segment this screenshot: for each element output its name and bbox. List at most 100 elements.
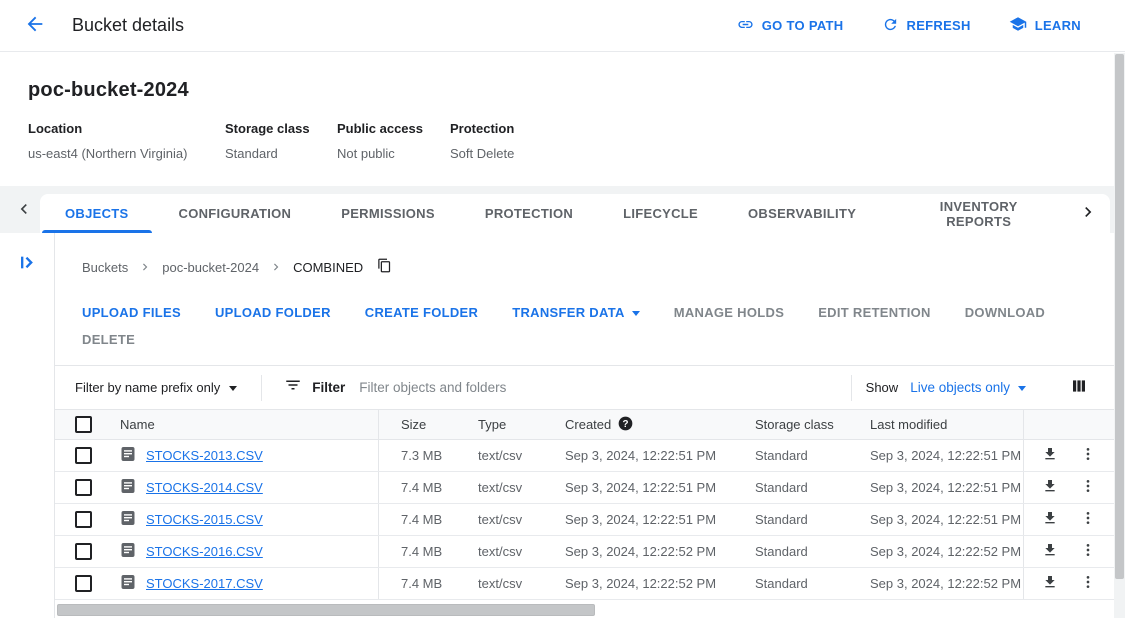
expand-panel-button[interactable] <box>16 253 38 275</box>
bucket-info-grid: Location us-east4 (Northern Virginia) St… <box>28 121 1097 161</box>
row-more-actions-button[interactable] <box>1078 542 1098 562</box>
tab-label: OBSERVABILITY <box>748 206 856 221</box>
tab-inventory-reports[interactable]: INVENTORY REPORTS <box>881 194 1076 233</box>
tab-objects[interactable]: OBJECTS <box>40 194 154 233</box>
table-row: STOCKS-2017.CSV 7.4 MB text/csv Sep 3, 2… <box>55 568 1114 600</box>
delete-button[interactable]: DELETE <box>82 332 135 347</box>
button-label: DELETE <box>82 332 135 347</box>
download-icon <box>1042 574 1058 593</box>
tab-label: LIFECYCLE <box>623 206 698 221</box>
dropdown-caret-icon <box>632 311 640 316</box>
divider <box>261 375 262 401</box>
row-more-actions-button[interactable] <box>1078 446 1098 466</box>
row-checkbox[interactable] <box>75 575 92 592</box>
dropdown-caret-icon <box>229 386 237 391</box>
copy-icon <box>377 258 392 276</box>
object-name-link[interactable]: STOCKS-2016.CSV <box>146 544 263 559</box>
select-all-checkbox[interactable] <box>75 416 92 433</box>
filter-objects-input[interactable] <box>359 380 850 395</box>
tab-observability[interactable]: OBSERVABILITY <box>723 194 881 233</box>
table-row: STOCKS-2014.CSV 7.4 MB text/csv Sep 3, 2… <box>55 472 1114 504</box>
button-label: DOWNLOAD <box>965 305 1045 320</box>
filter-list-icon <box>284 376 302 399</box>
object-name-link[interactable]: STOCKS-2014.CSV <box>146 480 263 495</box>
go-to-path-label: GO TO PATH <box>762 18 844 33</box>
upload-folder-button[interactable]: UPLOAD FOLDER <box>215 305 331 320</box>
download-button[interactable]: DOWNLOAD <box>965 305 1045 320</box>
object-size: 7.4 MB <box>378 568 478 599</box>
object-created: Sep 3, 2024, 12:22:51 PM <box>565 448 755 463</box>
row-download-button[interactable] <box>1040 478 1060 498</box>
file-icon <box>120 446 136 465</box>
go-to-path-button[interactable]: GO TO PATH <box>737 16 844 36</box>
breadcrumb-bucket-name[interactable]: poc-bucket-2024 <box>162 260 259 275</box>
transfer-data-button[interactable]: TRANSFER DATA <box>512 305 639 320</box>
object-last-modified: Sep 3, 2024, 12:22:52 PM <box>870 544 1023 559</box>
manage-holds-button[interactable]: MANAGE HOLDS <box>674 305 785 320</box>
row-download-button[interactable] <box>1040 542 1060 562</box>
object-size: 7.4 MB <box>378 472 478 503</box>
horizontal-scrollbar-thumb[interactable] <box>57 604 595 616</box>
breadcrumb-buckets[interactable]: Buckets <box>82 260 128 275</box>
tabs-scroll-right-button[interactable] <box>1076 202 1100 226</box>
row-download-button[interactable] <box>1040 510 1060 530</box>
object-last-modified: Sep 3, 2024, 12:22:51 PM <box>870 448 1023 463</box>
row-checkbox[interactable] <box>75 447 92 464</box>
more-vert-icon <box>1080 446 1096 465</box>
edit-retention-button[interactable]: EDIT RETENTION <box>818 305 931 320</box>
tab-permissions[interactable]: PERMISSIONS <box>316 194 460 233</box>
back-button[interactable] <box>22 13 48 39</box>
row-more-actions-button[interactable] <box>1078 574 1098 594</box>
vertical-scrollbar-thumb[interactable] <box>1115 54 1124 579</box>
bucket-info-public-access: Public access Not public <box>337 121 450 161</box>
row-more-actions-button[interactable] <box>1078 510 1098 530</box>
button-label: EDIT RETENTION <box>818 305 931 320</box>
show-objects-dropdown[interactable]: Live objects only <box>910 380 1026 395</box>
row-download-button[interactable] <box>1040 574 1060 594</box>
file-icon <box>120 478 136 497</box>
filter-scope-label: Filter by name prefix only <box>75 380 220 395</box>
column-display-options-button[interactable] <box>1068 377 1090 399</box>
tab-protection[interactable]: PROTECTION <box>460 194 598 233</box>
tab-label: INVENTORY REPORTS <box>906 199 1051 229</box>
link-icon <box>737 16 754 36</box>
tab-configuration[interactable]: CONFIGURATION <box>154 194 317 233</box>
object-type: text/csv <box>478 512 565 527</box>
school-icon <box>1009 15 1027 36</box>
tabs-scroll-left-button[interactable] <box>12 198 36 222</box>
info-value: Not public <box>337 146 450 161</box>
tab-label: PROTECTION <box>485 206 573 221</box>
row-more-actions-button[interactable] <box>1078 478 1098 498</box>
filter-bar: Filter by name prefix only Filter Show L… <box>55 365 1114 409</box>
object-created: Sep 3, 2024, 12:22:52 PM <box>565 544 755 559</box>
row-checkbox[interactable] <box>75 511 92 528</box>
more-vert-icon <box>1080 574 1096 593</box>
object-type: text/csv <box>478 448 565 463</box>
object-name-link[interactable]: STOCKS-2013.CSV <box>146 448 263 463</box>
refresh-button[interactable]: REFRESH <box>882 16 971 36</box>
copy-path-button[interactable] <box>375 258 393 276</box>
filter-scope-dropdown[interactable]: Filter by name prefix only <box>75 380 237 395</box>
upload-files-button[interactable]: UPLOAD FILES <box>82 305 181 320</box>
button-label: UPLOAD FILES <box>82 305 181 320</box>
row-checkbox[interactable] <box>75 479 92 496</box>
chevron-right-icon <box>1078 202 1098 225</box>
tab-lifecycle[interactable]: LIFECYCLE <box>598 194 723 233</box>
created-help-icon[interactable]: ? <box>618 416 633 434</box>
dropdown-caret-icon <box>1018 386 1026 391</box>
table-row: STOCKS-2013.CSV 7.3 MB text/csv Sep 3, 2… <box>55 440 1114 472</box>
show-objects-value: Live objects only <box>910 380 1010 395</box>
object-type: text/csv <box>478 480 565 495</box>
create-folder-button[interactable]: CREATE FOLDER <box>365 305 478 320</box>
row-download-button[interactable] <box>1040 446 1060 466</box>
object-storage-class: Standard <box>755 448 870 463</box>
header-created: Created ? <box>565 416 755 434</box>
object-name-link[interactable]: STOCKS-2017.CSV <box>146 576 263 591</box>
info-label: Protection <box>450 121 514 136</box>
more-vert-icon <box>1080 542 1096 561</box>
learn-button[interactable]: LEARN <box>1009 15 1081 36</box>
row-checkbox[interactable] <box>75 543 92 560</box>
button-label: UPLOAD FOLDER <box>215 305 331 320</box>
object-name-link[interactable]: STOCKS-2015.CSV <box>146 512 263 527</box>
object-storage-class: Standard <box>755 512 870 527</box>
